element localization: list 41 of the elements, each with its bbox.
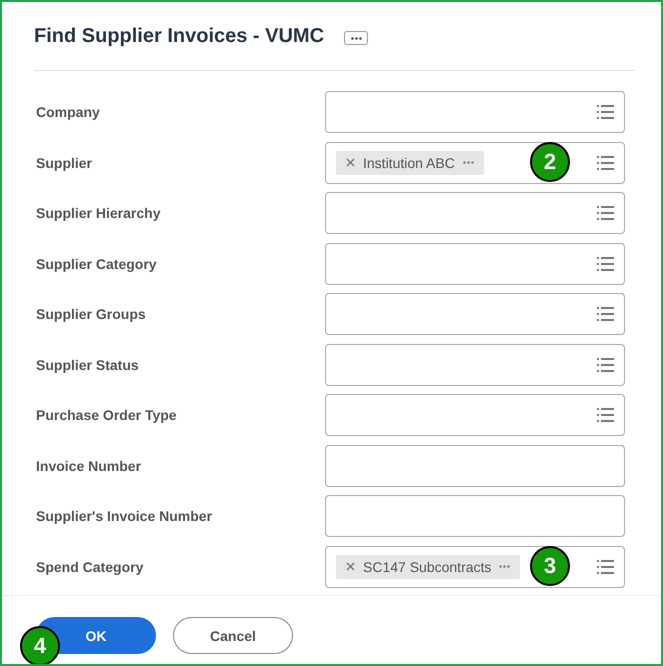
list-icon[interactable]	[597, 307, 614, 321]
field-label: Supplier Hierarchy	[36, 205, 162, 221]
field-label: Supplier's Invoice Number	[36, 508, 214, 524]
remove-icon[interactable]	[346, 562, 355, 571]
chip-text: Institution ABC	[363, 154, 455, 170]
list-icon[interactable]	[597, 560, 614, 574]
input-field[interactable]	[325, 394, 625, 436]
list-icon[interactable]	[597, 105, 614, 119]
input-field[interactable]: Institution ABC 2	[325, 142, 625, 184]
more-icon[interactable]	[350, 36, 362, 40]
input-field[interactable]: SC147 Subcontracts 3	[325, 546, 625, 588]
field-label: Purchase Order Type	[36, 407, 178, 423]
step-badge: 4	[20, 626, 60, 664]
list-icon[interactable]	[597, 156, 614, 170]
list-icon[interactable]	[597, 408, 614, 422]
step-badge: 3	[530, 546, 570, 586]
field-label: Supplier	[36, 154, 94, 170]
input-field[interactable]	[325, 344, 625, 386]
step-badge: 2	[530, 142, 570, 182]
field-label: Company	[36, 104, 101, 120]
selected-chip[interactable]: SC147 Subcontracts	[336, 554, 520, 578]
input-field[interactable]	[325, 91, 625, 133]
list-icon[interactable]	[597, 256, 614, 270]
input-field[interactable]	[325, 293, 625, 335]
chip-text: SC147 Subcontracts	[363, 558, 492, 574]
field-label: Spend Category	[36, 558, 144, 574]
cancel-button[interactable]: Cancel	[173, 617, 293, 654]
input-field[interactable]	[325, 444, 625, 486]
list-icon[interactable]	[597, 358, 614, 372]
list-icon[interactable]	[597, 206, 614, 220]
dialog-title: Find Supplier Invoices - VUMC	[34, 24, 324, 48]
input-field[interactable]	[325, 242, 625, 284]
field-label: Supplier Category	[36, 256, 158, 272]
field-label: Invoice Number	[36, 458, 142, 474]
remove-icon[interactable]	[346, 158, 355, 167]
input-field[interactable]	[325, 495, 625, 537]
field-label: Supplier Groups	[36, 306, 147, 322]
selected-chip[interactable]: Institution ABC	[336, 150, 484, 174]
more-button[interactable]	[344, 31, 368, 45]
field-label: Supplier Status	[36, 356, 140, 372]
input-field[interactable]	[325, 192, 625, 234]
